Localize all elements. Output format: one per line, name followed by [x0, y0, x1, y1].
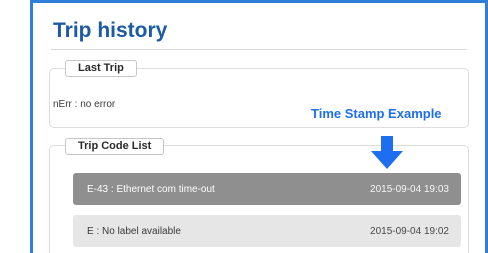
time-stamp-annotation: Time Stamp Example — [311, 106, 442, 121]
trip-code-timestamp: 2015-09-04 19:03 — [370, 183, 449, 195]
trip-code-list-label: Trip Code List — [65, 138, 165, 155]
trip-code-text: E-43 : Ethernet com time-out — [87, 183, 215, 195]
last-trip-label: Last Trip — [65, 60, 137, 77]
page-title: Trip history — [53, 19, 168, 42]
trip-code-row[interactable]: E : No label available 2015-09-04 19:02 — [73, 215, 461, 247]
trip-code-timestamp: 2015-09-04 19:02 — [370, 225, 449, 237]
trip-code-row-selected[interactable]: E-43 : Ethernet com time-out 2015-09-04 … — [73, 173, 461, 205]
arrow-down-icon — [371, 136, 403, 169]
trip-history-panel: Trip history Last Trip nErr : no error T… — [30, 0, 488, 253]
title-divider — [51, 49, 467, 50]
trip-code-text: E : No label available — [87, 225, 181, 237]
last-trip-text: nErr : no error — [53, 99, 116, 110]
